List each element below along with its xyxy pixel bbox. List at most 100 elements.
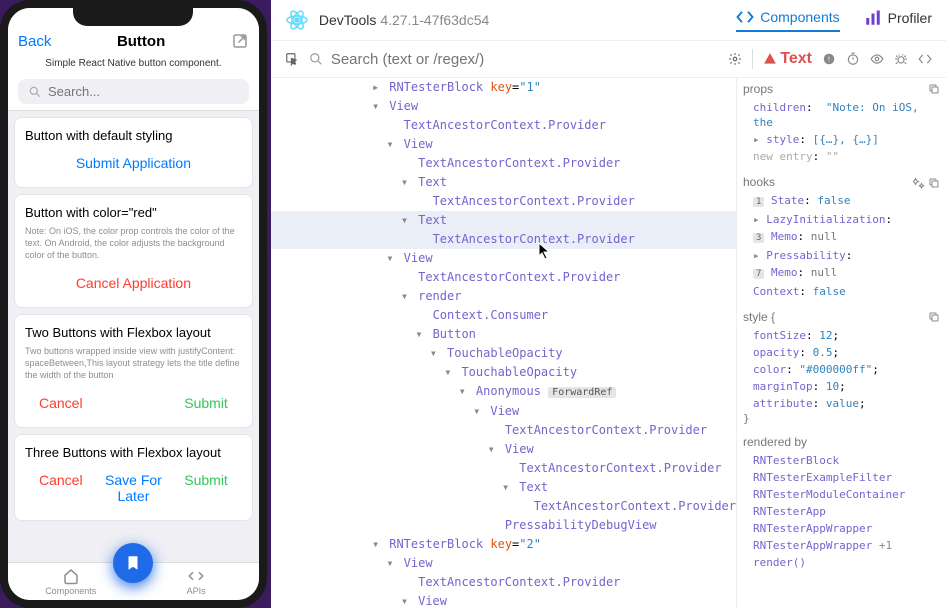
tree-node[interactable]: ▾ View — [271, 592, 736, 608]
tree-node[interactable]: ▾ View — [271, 402, 736, 421]
hook-row[interactable]: ▸ LazyInitialization: — [743, 211, 940, 228]
tree-node[interactable]: TextAncestorContext.Provider — [271, 116, 736, 135]
rendered-heading: rendered by — [743, 435, 807, 449]
fab-bookmark[interactable] — [113, 543, 153, 583]
hook-row[interactable]: Context: false — [743, 283, 940, 300]
ios-button[interactable]: Cancel — [33, 466, 89, 510]
hook-row[interactable]: 3 Memo: null — [743, 228, 940, 247]
tree-node[interactable]: ▾ TouchableOpacity — [271, 344, 736, 363]
tree-node[interactable]: ▾ View — [271, 440, 736, 459]
tree-node[interactable]: ▸ RNTesterBlock key="1" — [271, 78, 736, 97]
content-body[interactable]: Button with default stylingSubmit Applic… — [8, 111, 259, 562]
style-close: } — [743, 412, 940, 425]
tree-node[interactable]: ▾ Text — [271, 211, 736, 230]
tree-node[interactable]: TextAncestorContext.Provider — [271, 192, 736, 211]
timer-icon[interactable] — [846, 52, 860, 66]
devtools-header: DevTools 4.27.1-47f63dc54 Components Pro… — [271, 0, 946, 41]
style-row[interactable]: marginTop: 10; — [743, 378, 940, 395]
page-subtitle: Simple React Native button component. — [8, 54, 259, 73]
tree-node[interactable]: TextAncestorContext.Provider — [271, 497, 736, 516]
tree-node[interactable]: ▾ View — [271, 554, 736, 573]
tree-node[interactable]: TextAncestorContext.Provider — [271, 459, 736, 478]
bug-icon[interactable] — [894, 52, 908, 66]
tree-node[interactable]: ▾ View — [271, 135, 736, 154]
tab-profiler[interactable]: Profiler — [864, 8, 932, 32]
prop-row[interactable]: children: "Note: On iOS, the — [743, 99, 940, 131]
style-row[interactable]: color: "#000000ff"; — [743, 361, 940, 378]
inspect-icon[interactable] — [285, 52, 299, 66]
tree-node[interactable]: ▾ View — [271, 249, 736, 268]
tree-node[interactable]: PressabilityDebugView — [271, 516, 736, 535]
style-row[interactable]: fontSize: 12; — [743, 327, 940, 344]
rendered-row[interactable]: render() — [743, 554, 940, 571]
search-box[interactable] — [18, 79, 249, 104]
tree-node[interactable]: ▾ TouchableOpacity — [271, 363, 736, 382]
copy-icon[interactable] — [928, 177, 940, 189]
copy-icon[interactable] — [928, 311, 940, 323]
style-row[interactable]: opacity: 0.5; — [743, 344, 940, 361]
copy-icon[interactable] — [928, 83, 940, 95]
tree-node[interactable]: ▾ RNTesterBlock key="2" — [271, 535, 736, 554]
element-name: Text — [780, 50, 812, 68]
example-card: Three Buttons with Flexbox layoutCancelS… — [14, 434, 253, 521]
ios-button[interactable]: Save For Later — [89, 466, 179, 510]
tree-search-input[interactable] — [331, 51, 718, 68]
hook-row[interactable]: 7 Memo: null — [743, 264, 940, 283]
tab-components[interactable]: Components — [736, 8, 839, 32]
rendered-row[interactable]: RNTesterApp — [743, 503, 940, 520]
ios-button[interactable]: Submit — [178, 389, 234, 417]
tree-node[interactable]: TextAncestorContext.Provider — [271, 421, 736, 440]
example-card: Two Buttons with Flexbox layoutTwo butto… — [14, 314, 253, 428]
search-icon — [309, 52, 323, 66]
tab-label: Components — [760, 9, 839, 25]
rendered-row[interactable]: RNTesterExampleFilter — [743, 469, 940, 486]
ios-button[interactable]: Submit Application — [25, 149, 242, 177]
rendered-row[interactable]: RNTesterAppWrapper — [743, 520, 940, 537]
card-note: Note: On iOS, the color prop controls th… — [25, 226, 242, 261]
tree-node[interactable]: ▾ Anonymous ForwardRef — [271, 382, 736, 402]
gear-icon[interactable] — [728, 52, 742, 66]
hook-row[interactable]: 1 State: false — [743, 192, 940, 211]
ios-button[interactable]: Cancel Application — [25, 269, 242, 297]
tree-node[interactable]: Context.Consumer — [271, 306, 736, 325]
magic-icon[interactable] — [913, 177, 925, 189]
example-card: Button with color="red" Note: On iOS, the… — [14, 194, 253, 308]
devtools-toolbar: Text ! — [271, 41, 946, 78]
tree-node[interactable]: ▾ View — [271, 97, 736, 116]
ios-button[interactable]: Cancel — [33, 389, 89, 417]
prop-row[interactable]: ▸ style: [{…}, {…}] — [743, 131, 940, 148]
tab-label: Components — [12, 586, 129, 596]
source-icon[interactable] — [918, 52, 932, 66]
tree-node[interactable]: ▾ Button — [271, 325, 736, 344]
tree-node[interactable]: ▾ Text — [271, 173, 736, 192]
rendered-row[interactable]: RNTesterModuleContainer — [743, 486, 940, 503]
home-icon — [62, 567, 80, 585]
hook-row[interactable]: ▸ Pressability: — [743, 247, 940, 264]
bookmark-icon — [124, 554, 142, 572]
tree-node[interactable]: TextAncestorContext.Provider — [271, 573, 736, 592]
search-input[interactable] — [48, 84, 239, 99]
warning-icon — [763, 52, 777, 66]
eye-icon[interactable] — [870, 52, 884, 66]
code-icon — [187, 567, 205, 585]
prop-row[interactable]: new entry: "" — [743, 148, 940, 165]
tree-node[interactable]: ▾ Text — [271, 478, 736, 497]
share-icon[interactable] — [231, 32, 249, 50]
style-row[interactable]: attribute: value; — [743, 395, 940, 412]
tree-node[interactable]: TextAncestorContext.Provider — [271, 230, 736, 249]
example-card: Button with default stylingSubmit Applic… — [14, 117, 253, 188]
rendered-row[interactable]: RNTesterAppWrapper +1 — [743, 537, 940, 554]
page-title: Button — [117, 33, 165, 50]
rendered-row[interactable]: RNTesterBlock — [743, 452, 940, 469]
ios-button[interactable]: Submit — [178, 466, 234, 510]
tab-bar: Components APIs — [8, 562, 259, 600]
card-title: Two Buttons with Flexbox layout — [25, 325, 242, 340]
tree-node[interactable]: ▾ render — [271, 287, 736, 306]
props-heading: props — [743, 82, 773, 96]
tree-node[interactable]: TextAncestorContext.Provider — [271, 268, 736, 287]
component-tree[interactable]: ▸ RNTesterBlock key="1" ▾ View TextAnces… — [271, 78, 736, 608]
card-title: Button with color="red" — [25, 205, 242, 220]
back-button[interactable]: Back — [18, 33, 51, 50]
error-icon[interactable]: ! — [822, 52, 836, 66]
tree-node[interactable]: TextAncestorContext.Provider — [271, 154, 736, 173]
